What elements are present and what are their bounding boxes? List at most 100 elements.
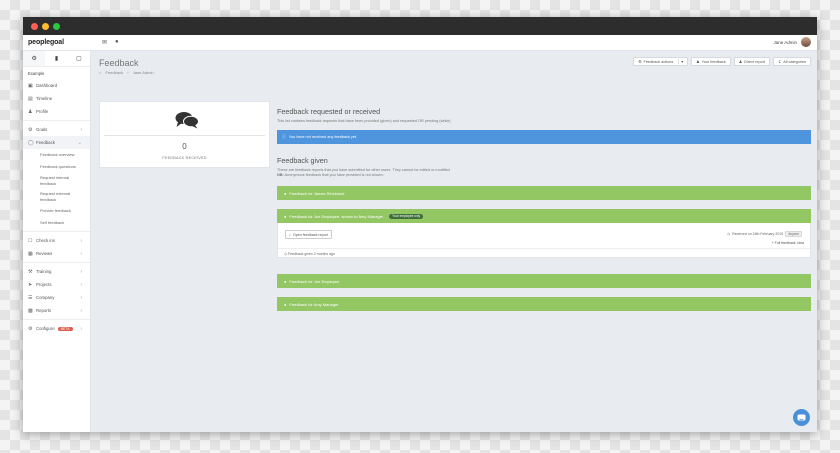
speech-bubble-icon: ◯ bbox=[28, 139, 34, 146]
feedback-given-item[interactable]: ● Feedback for Amy Manager bbox=[277, 297, 811, 311]
page-title: Feedback bbox=[99, 58, 139, 68]
feedback-given-item[interactable]: ● Feedback for Joe Employee, shown to Am… bbox=[277, 209, 811, 223]
sidebar-subitem-provide-feedback[interactable]: Provide feedback bbox=[23, 205, 90, 217]
sidebar-item-feedback[interactable]: ◯ Feedback ⌄ bbox=[23, 136, 90, 149]
sidebar-item-label: Training bbox=[36, 269, 52, 274]
close-window-dot[interactable] bbox=[31, 22, 38, 30]
feedback-received-label: FEEDBACK RECEIVED bbox=[162, 156, 207, 160]
user-name: Jane Admin bbox=[773, 39, 797, 45]
sidebar-item-goals[interactable]: ⚙ Goals › bbox=[23, 123, 90, 136]
dashboard-icon: ▣ bbox=[28, 82, 33, 89]
breadcrumb-item[interactable]: Feedback bbox=[106, 70, 124, 75]
sidebar-item-projects[interactable]: ➤ Projects › bbox=[23, 278, 90, 291]
comments-icon bbox=[175, 112, 199, 129]
nb-label: NB: bbox=[277, 173, 284, 177]
breadcrumb-separator: › bbox=[127, 70, 129, 75]
sidebar-item-configure[interactable]: ⚙ Configure BETA › bbox=[23, 322, 90, 335]
divider bbox=[23, 120, 90, 121]
sidebar-item-label: Reports bbox=[36, 308, 52, 313]
divider bbox=[104, 135, 265, 136]
sidebar-subitem-feedback-questions[interactable]: Feedback questions bbox=[23, 161, 90, 173]
feedback-given-label: Feedback for Joe Employee, shown to Amy … bbox=[289, 213, 384, 219]
app-logo[interactable]: peoplegoal bbox=[28, 39, 98, 46]
button-label: Feedback actions bbox=[643, 59, 674, 64]
bar-chart-icon: ▩ bbox=[28, 307, 33, 314]
visibility-chip: Anyone bbox=[785, 231, 802, 237]
comment-icon: ● bbox=[284, 301, 287, 307]
chat-icon: ▮ bbox=[54, 56, 59, 62]
feedback-detail-panel: ⌕ Open feedback report ◷ Received on 24t… bbox=[277, 223, 811, 258]
feedback-given-label: Feedback for Joe Employee bbox=[289, 278, 340, 284]
check-in-icon: ☐ bbox=[28, 237, 33, 244]
direct-report-button[interactable]: ♟ Direct report bbox=[733, 57, 771, 66]
feedback-given-time: ◷ Feedback given 2 months ago bbox=[284, 252, 335, 256]
received-text: Received on 24th February 2019 bbox=[732, 232, 784, 236]
mail-icon[interactable]: ✉ bbox=[102, 39, 107, 46]
sidebar-item-label: Dashboard bbox=[36, 83, 58, 88]
sidebar-item-timeline[interactable]: ▤ Timeline bbox=[23, 92, 90, 105]
sidebar-item-training[interactable]: ⚒ Training › bbox=[23, 265, 90, 278]
sidebar-item-dashboard[interactable]: ▣ Dashboard bbox=[23, 79, 90, 92]
cog-icon: ⚙ bbox=[28, 325, 33, 332]
feedback-received-count: 0 bbox=[182, 142, 187, 151]
user-icon: ♟ bbox=[28, 108, 33, 115]
given-ago-text: Feedback given 2 months ago bbox=[288, 252, 335, 256]
bell-icon[interactable]: ● bbox=[115, 39, 119, 46]
comment-icon: ● bbox=[284, 278, 287, 284]
sidebar-subitem-request-internal[interactable]: Request internal feedback bbox=[23, 173, 90, 189]
sidebar-item-profile[interactable]: ♟ Profile bbox=[23, 105, 90, 118]
wrench-icon: ⚒ bbox=[28, 268, 33, 275]
feedback-given-item[interactable]: ● Feedback for James Strickland bbox=[277, 186, 811, 200]
chat-bubble-icon bbox=[797, 414, 806, 420]
breadcrumb-item: Jane Admin bbox=[132, 70, 154, 75]
feedback-given-label: Feedback for Amy Manager bbox=[289, 301, 339, 307]
sidebar-subitem-self-feedback[interactable]: Self feedback bbox=[23, 217, 90, 229]
users-icon: ♟ bbox=[738, 60, 743, 64]
tab-documents[interactable]: ▢ bbox=[68, 51, 90, 66]
clock-icon: ◷ bbox=[727, 232, 731, 236]
reviews-icon: ▦ bbox=[28, 250, 33, 257]
search-icon: ⌕ bbox=[289, 232, 292, 237]
feedback-actions-button[interactable]: ⚙ Feedback actions ▾ bbox=[633, 57, 689, 66]
sidebar-item-company[interactable]: ☰ Company › bbox=[23, 291, 90, 304]
visibility-badge: Your employee only bbox=[389, 213, 424, 219]
user-icon: ♟ bbox=[696, 60, 700, 64]
minimize-window-dot[interactable] bbox=[42, 22, 49, 30]
received-date: ◷ Received on 24th February 2019 Anyone bbox=[727, 231, 802, 237]
maximize-window-dot[interactable] bbox=[53, 22, 60, 30]
button-label: Your feedback bbox=[701, 59, 726, 64]
button-label: Open feedback report bbox=[293, 232, 328, 237]
user-menu[interactable]: Jane Admin bbox=[773, 37, 811, 47]
divider bbox=[278, 248, 810, 249]
feedback-given-item[interactable]: ● Feedback for Joe Employee bbox=[277, 274, 811, 288]
avatar bbox=[801, 37, 811, 47]
open-feedback-report-button[interactable]: ⌕ Open feedback report bbox=[285, 230, 332, 239]
home-icon[interactable]: ⌂ bbox=[99, 70, 101, 75]
divider bbox=[23, 262, 90, 263]
sidebar-item-label: Timeline bbox=[36, 96, 53, 101]
sidebar-subitem-request-external[interactable]: Request external feedback bbox=[23, 189, 90, 205]
sidebar-item-label: Company bbox=[36, 295, 55, 300]
given-heading: Feedback given bbox=[277, 156, 328, 165]
full-feedback-link[interactable]: + Full feedback: idea bbox=[772, 241, 804, 245]
sidebar-item-reports[interactable]: ▩ Reports › bbox=[23, 304, 90, 317]
sidebar-subitem-feedback-overview[interactable]: Feedback overview bbox=[23, 149, 90, 161]
clock-icon: ◷ bbox=[284, 252, 288, 256]
tab-chat[interactable]: ▮ bbox=[45, 51, 67, 66]
your-feedback-button[interactable]: ♟ Your feedback bbox=[691, 57, 731, 66]
plus-icon: + bbox=[771, 241, 774, 245]
main-content: Feedback ⌂ Feedback › Jane Admin ⚙ Feedba… bbox=[91, 51, 817, 432]
header-actions: ⚙ Feedback actions ▾ ♟ Your feedback ♟ Direc… bbox=[633, 57, 811, 66]
all-categories-button[interactable]: ↧ All categories bbox=[773, 57, 811, 66]
tab-settings[interactable]: ⚙ bbox=[23, 51, 46, 66]
window-titlebar bbox=[23, 17, 817, 35]
chat-launcher-button[interactable] bbox=[793, 409, 810, 426]
app-header: peoplegoal ✉ ● Jane Admin bbox=[23, 35, 817, 51]
link-label: Full feedback: idea bbox=[774, 241, 804, 245]
gears-icon: ⚙ bbox=[31, 56, 37, 62]
sidebar-item-reviews[interactable]: ▦ Reviews › bbox=[23, 247, 90, 260]
feedback-summary-card: 0 FEEDBACK RECEIVED bbox=[99, 101, 270, 168]
org-label: Example bbox=[28, 71, 45, 76]
button-label: Direct report bbox=[744, 59, 766, 64]
sidebar-item-check-ins[interactable]: ☐ Check ins › bbox=[23, 234, 90, 247]
